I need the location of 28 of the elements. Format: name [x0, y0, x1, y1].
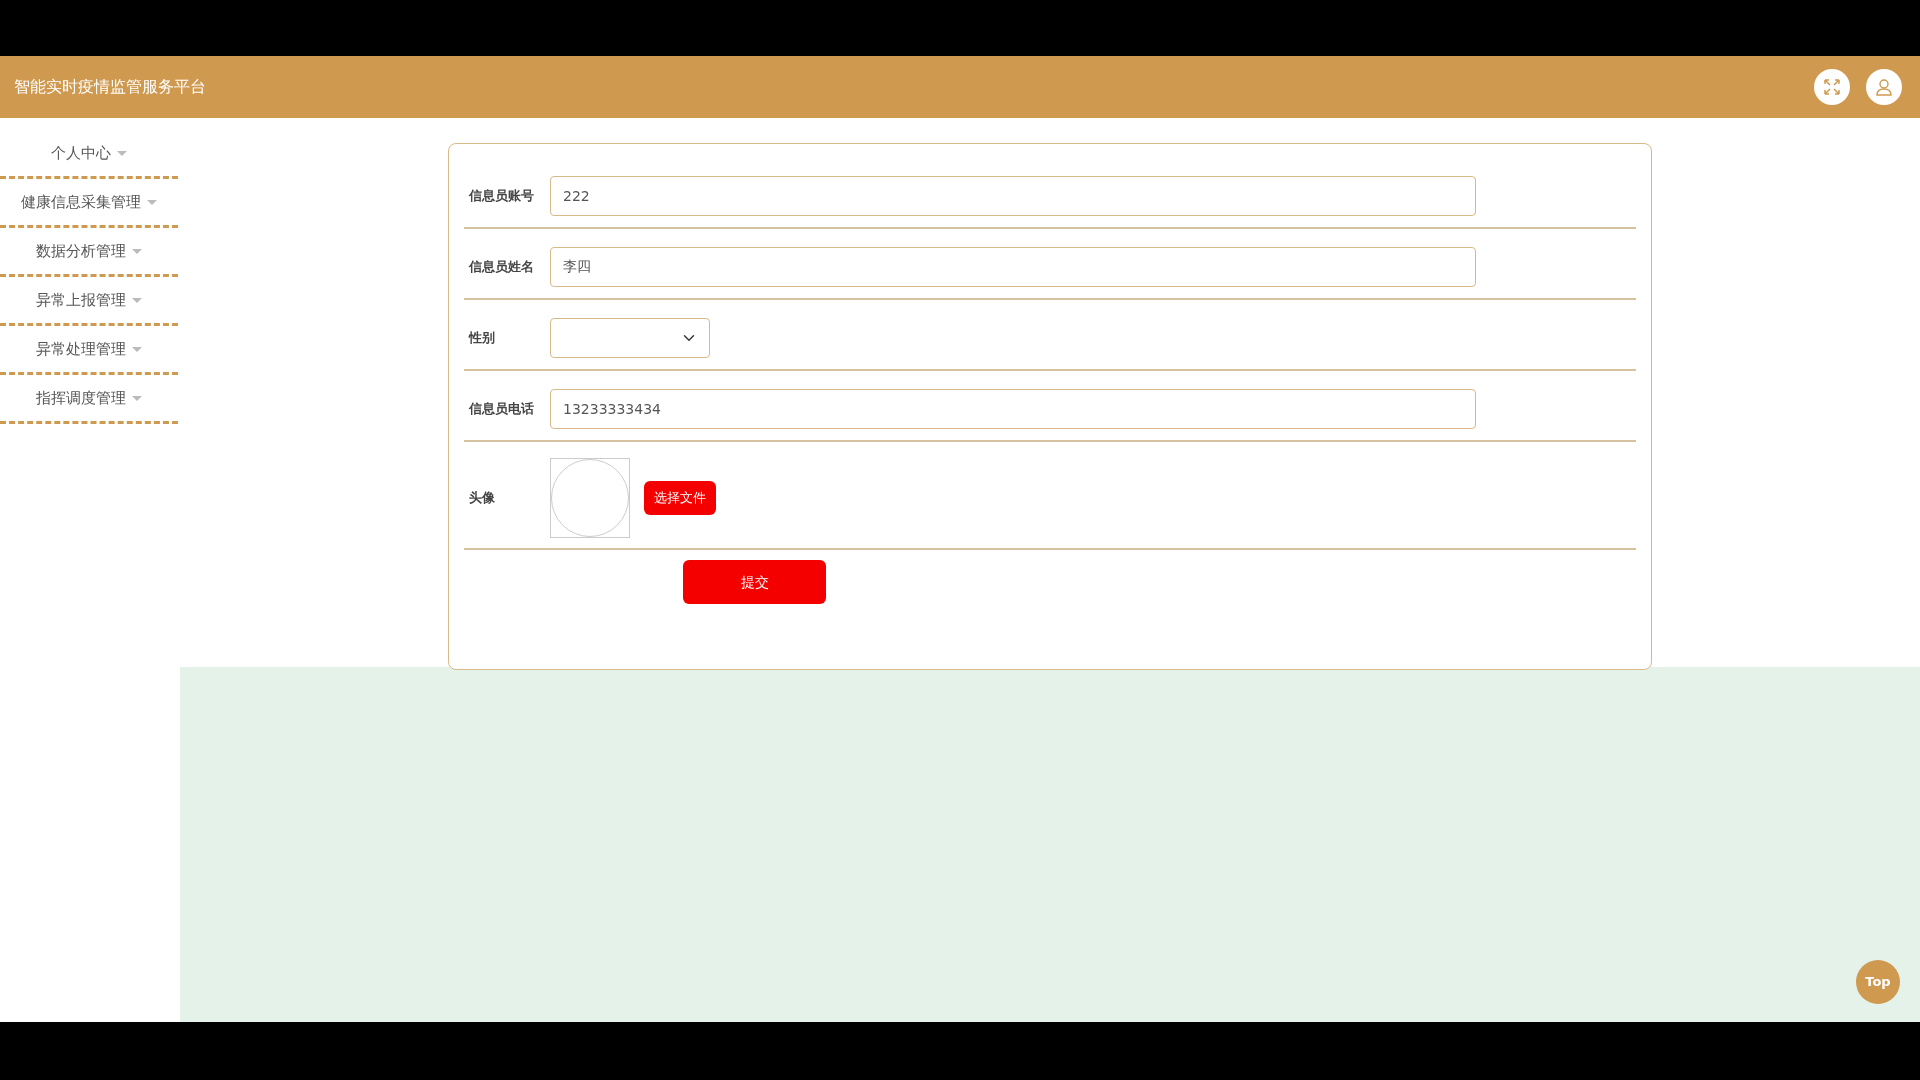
caret-icon — [147, 199, 157, 205]
caret-icon — [132, 395, 142, 401]
text-field[interactable]: 222 — [550, 175, 1476, 216]
sidebar-item[interactable]: 健康信息采集管理 — [0, 179, 178, 228]
caret-icon — [132, 346, 142, 352]
field-label: 头像 — [469, 489, 496, 508]
field-label: 信息员电话 — [469, 399, 535, 418]
field-label: 信息员姓名 — [469, 257, 535, 276]
expand-arrows-icon — [1824, 79, 1840, 95]
sidebar-item[interactable]: 个人中心 — [0, 130, 178, 179]
user-icon — [1875, 78, 1893, 96]
app-title: 智能实时疫情监管服务平台 — [14, 76, 206, 98]
caret-icon — [132, 248, 142, 254]
sidebar-item[interactable]: 异常处理管理 — [0, 326, 178, 375]
gender-select[interactable] — [550, 317, 710, 358]
user-button[interactable] — [1866, 69, 1902, 105]
caret-icon — [117, 150, 127, 156]
fullscreen-button[interactable] — [1814, 69, 1850, 105]
text-field[interactable]: 李四 — [550, 246, 1476, 287]
submit-button[interactable]: 提交 — [683, 560, 826, 604]
choose-file-button[interactable]: 选择文件 — [644, 481, 716, 515]
field-label: 信息员账号 — [469, 186, 535, 205]
caret-icon — [132, 297, 142, 303]
sidebar-item[interactable]: 数据分析管理 — [0, 228, 178, 277]
sidebar-item[interactable]: 指挥调度管理 — [0, 375, 178, 424]
field-label: 性别 — [469, 328, 496, 347]
sidebar-item[interactable]: 异常上报管理 — [0, 277, 178, 326]
text-field[interactable]: 13233333434 — [550, 388, 1476, 429]
